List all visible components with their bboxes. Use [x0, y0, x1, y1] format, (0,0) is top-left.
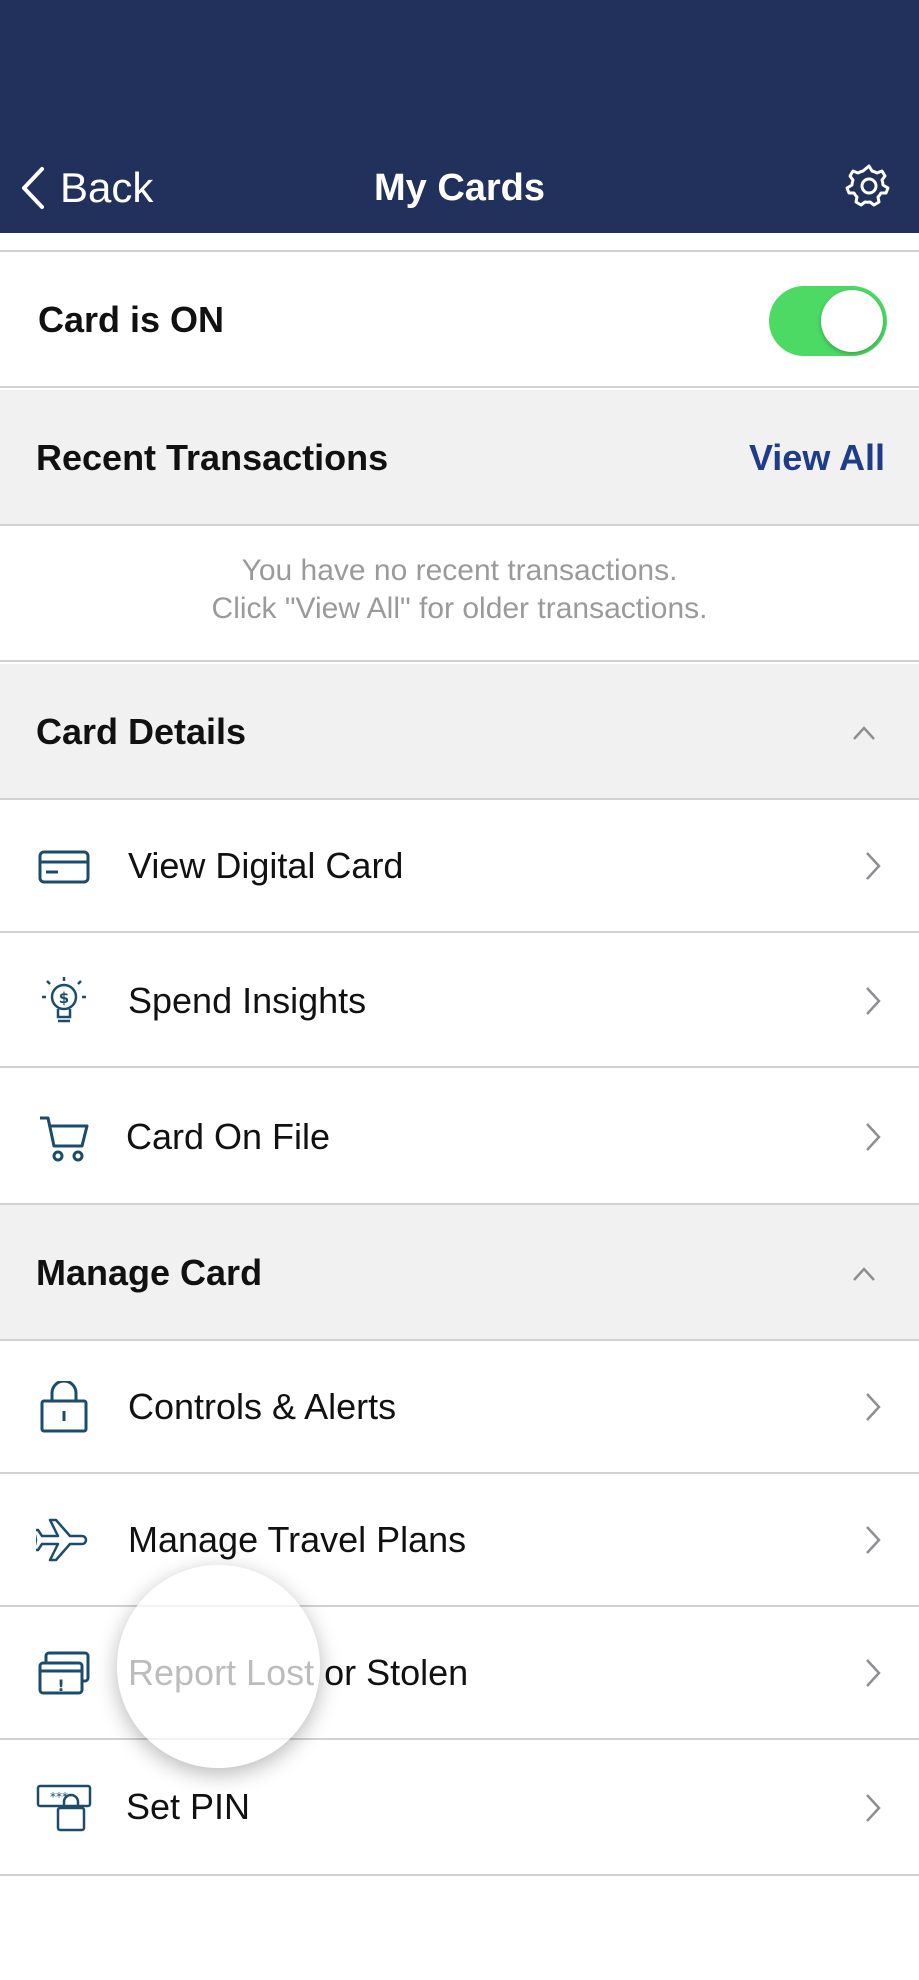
manage-card-title: Manage Card — [36, 1252, 263, 1293]
menu-item-view-digital-card[interactable]: View Digital Card — [0, 800, 919, 933]
chevron-right-icon — [866, 1659, 881, 1687]
page-title: My Cards — [373, 167, 546, 209]
menu-item-report-lost-stolen[interactable]: ! Report Lost or Stolen — [0, 1607, 919, 1740]
menu-item-card-on-file[interactable]: Card On File — [0, 1070, 919, 1205]
menu-item-label: Spend Insights — [128, 980, 367, 1021]
chevron-right-icon — [866, 987, 881, 1015]
menu-item-set-pin[interactable]: *** Set PIN — [0, 1740, 919, 1876]
nav-header: Back My Cards — [0, 0, 919, 233]
view-all-link[interactable]: View All — [749, 390, 885, 526]
menu-item-label: Report Lost or Stolen — [128, 1652, 469, 1693]
chevron-up-icon[interactable] — [851, 1261, 877, 1287]
svg-text:!: ! — [57, 1676, 64, 1695]
credit-card-icon — [38, 850, 90, 884]
card-alert-icon: ! — [38, 1651, 90, 1695]
menu-item-label: Controls & Alerts — [128, 1386, 397, 1427]
empty-line-2: Click "View All" for older transactions. — [211, 592, 708, 625]
lock-icon — [40, 1381, 88, 1433]
card-toggle-label: Card is ON — [38, 299, 225, 340]
menu-item-label: Manage Travel Plans — [128, 1519, 467, 1560]
empty-transactions-message: You have no recent transactions. Click "… — [0, 526, 919, 662]
toggle-knob — [821, 290, 883, 352]
svg-text:$: $ — [59, 989, 69, 1007]
card-details-title: Card Details — [36, 711, 247, 752]
manage-card-header[interactable]: Manage Card — [0, 1205, 919, 1341]
lightbulb-dollar-icon: $ — [42, 977, 86, 1023]
shopping-cart-icon — [40, 1116, 89, 1162]
chevron-up-icon[interactable] — [851, 720, 877, 746]
gear-icon[interactable] — [845, 162, 893, 210]
chevron-right-icon — [866, 1794, 881, 1822]
card-on-toggle[interactable] — [769, 286, 887, 356]
recent-transactions-header: Recent Transactions View All — [0, 390, 919, 526]
chevron-right-icon — [866, 1526, 881, 1554]
recent-transactions-title: Recent Transactions — [36, 437, 389, 478]
menu-item-spend-insights[interactable]: $ Spend Insights — [0, 935, 919, 1068]
menu-item-label: View Digital Card — [128, 845, 404, 886]
card-toggle-row: Card is ON — [0, 252, 919, 388]
menu-item-label: Card On File — [126, 1116, 331, 1157]
chevron-right-icon — [866, 852, 881, 880]
menu-item-controls-alerts[interactable]: Controls & Alerts — [0, 1341, 919, 1474]
chevron-right-icon — [866, 1393, 881, 1421]
menu-item-manage-travel-plans[interactable]: Manage Travel Plans — [0, 1474, 919, 1607]
pin-lock-icon: *** — [36, 1784, 92, 1832]
svg-text:***: *** — [50, 1790, 68, 1804]
card-details-header[interactable]: Card Details — [0, 664, 919, 800]
chevron-right-icon — [866, 1123, 881, 1151]
empty-line-1: You have no recent transactions. — [241, 554, 678, 587]
airplane-icon — [36, 1518, 88, 1562]
menu-item-label: Set PIN — [126, 1786, 251, 1827]
